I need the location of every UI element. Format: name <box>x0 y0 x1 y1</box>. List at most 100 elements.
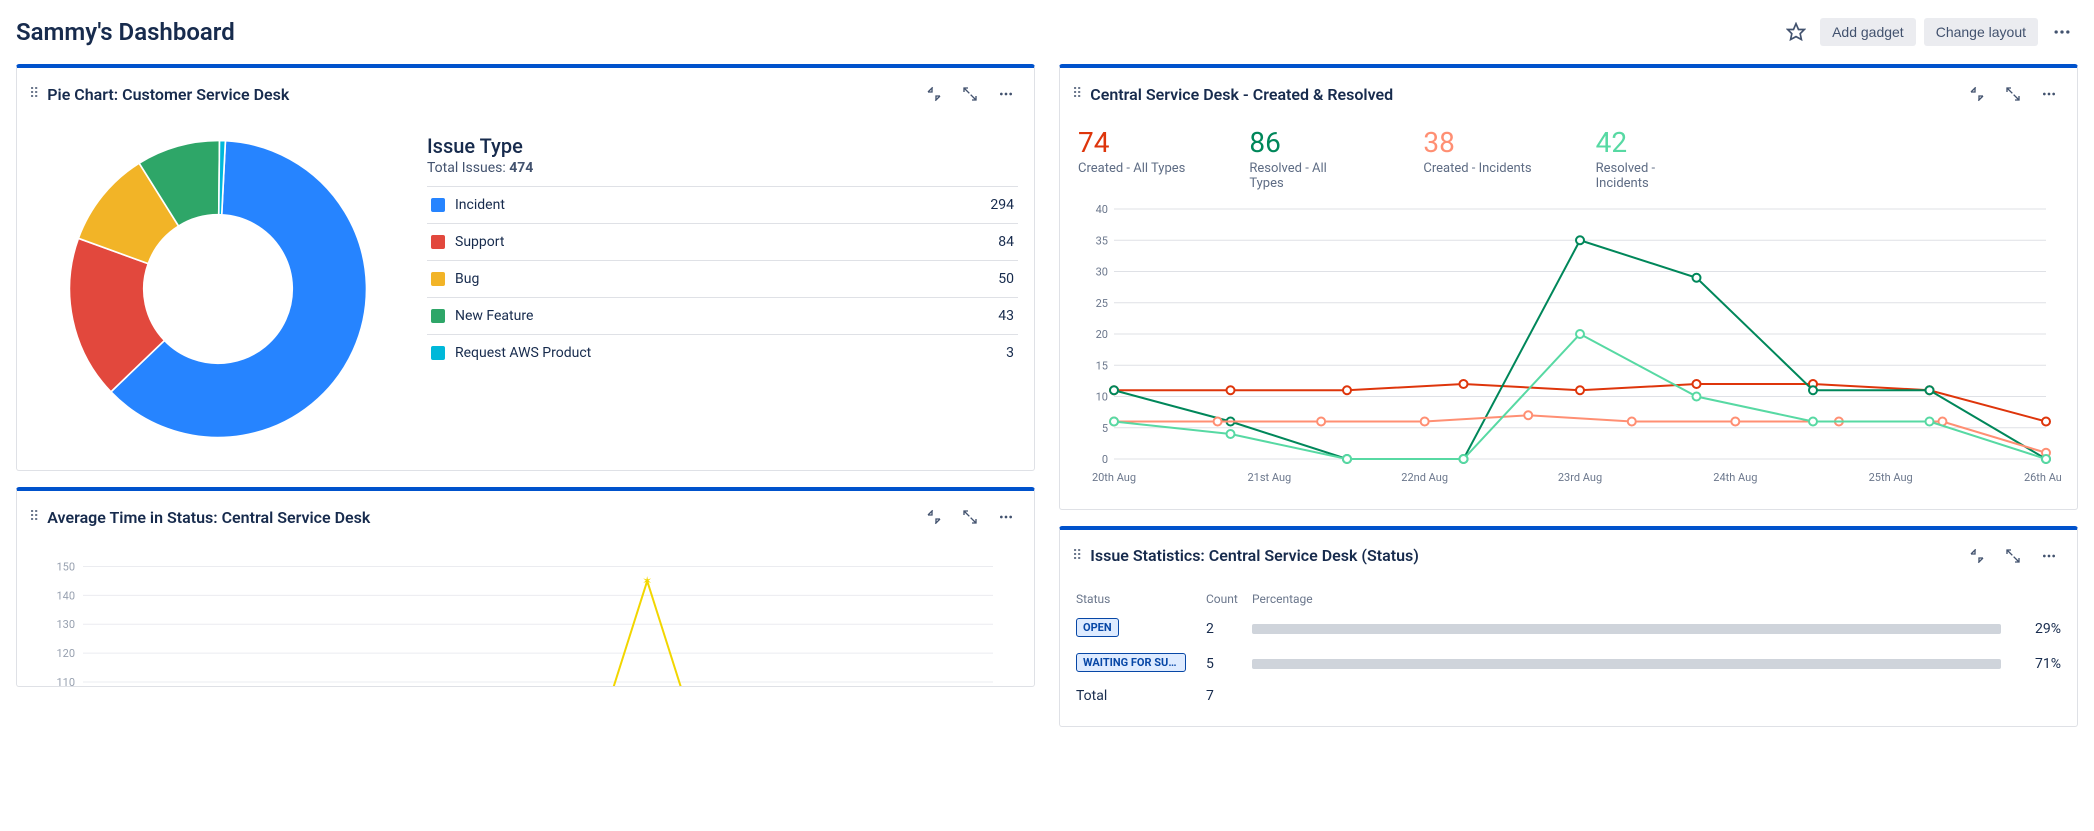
data-point[interactable] <box>1214 417 1222 425</box>
svg-text:110: 110 <box>56 676 75 687</box>
status-pct: 29% <box>2011 621 2061 637</box>
line-series <box>1114 240 2046 459</box>
expand-button[interactable] <box>954 78 986 110</box>
legend-row[interactable]: New Feature43 <box>427 298 1018 335</box>
svg-text:5: 5 <box>1102 422 1108 435</box>
expand-icon <box>962 509 978 525</box>
gadget-title: Central Service Desk - Created & Resolve… <box>1090 85 1393 104</box>
add-gadget-button[interactable]: Add gadget <box>1820 18 1916 46</box>
more-button[interactable] <box>2046 16 2078 48</box>
avg-time-chart: 110120130140150✶ <box>33 547 1018 687</box>
more-icon <box>2052 22 2072 42</box>
expand-icon <box>962 86 978 102</box>
drag-handle-icon[interactable]: ⠿ <box>29 509 39 525</box>
data-point[interactable] <box>1576 236 1584 244</box>
drag-handle-icon[interactable]: ⠿ <box>29 86 39 102</box>
expand-button[interactable] <box>954 501 986 533</box>
legend-row[interactable]: Bug50 <box>427 261 1018 298</box>
gadget-more-button[interactable] <box>990 501 1022 533</box>
data-point[interactable] <box>1693 392 1701 400</box>
expand-icon <box>2005 86 2021 102</box>
legend-row[interactable]: Support84 <box>427 224 1018 261</box>
data-point[interactable] <box>1576 386 1584 394</box>
svg-text:15: 15 <box>1096 359 1108 372</box>
svg-text:0: 0 <box>1102 453 1108 466</box>
data-point[interactable] <box>1628 417 1636 425</box>
svg-text:20: 20 <box>1096 328 1108 341</box>
svg-text:26th Aug: 26th Aug <box>2024 471 2061 484</box>
data-point[interactable] <box>1227 386 1235 394</box>
gadget-title: Average Time in Status: Central Service … <box>47 508 370 527</box>
expand-icon <box>2005 548 2021 564</box>
data-point[interactable] <box>1731 417 1739 425</box>
gadget-pie-chart: ⠿ Pie Chart: Customer Service Desk <box>16 64 1035 471</box>
data-point[interactable] <box>1524 411 1532 419</box>
svg-text:150: 150 <box>56 560 75 573</box>
gadget-created-resolved: ⠿ Central Service Desk - Created & Resol… <box>1059 64 2078 510</box>
data-point[interactable] <box>1576 330 1584 338</box>
data-point[interactable] <box>1110 386 1118 394</box>
gadget-more-button[interactable] <box>990 78 1022 110</box>
data-point[interactable] <box>1809 386 1817 394</box>
data-point[interactable] <box>1809 417 1817 425</box>
pie-chart <box>33 124 403 454</box>
more-icon <box>2041 548 2057 564</box>
data-point[interactable] <box>1693 380 1701 388</box>
data-point[interactable] <box>1460 380 1468 388</box>
status-row[interactable]: WAITING FOR SUPP... 5 71% <box>1076 647 2061 682</box>
summary-stat: 86Resolved - All Types <box>1249 128 1359 191</box>
status-table-head: Status Count Percentage <box>1076 586 2061 612</box>
status-row[interactable]: OPEN 2 29% <box>1076 612 2061 647</box>
data-point[interactable] <box>1926 417 1934 425</box>
pie-legend: Issue Type Total Issues: 474 Incident294… <box>427 124 1018 454</box>
status-badge: OPEN <box>1076 618 1119 637</box>
svg-text:25th Aug: 25th Aug <box>1869 471 1913 484</box>
data-point[interactable] <box>1227 430 1235 438</box>
data-point[interactable] <box>1693 274 1701 282</box>
more-icon <box>998 509 1014 525</box>
legend-row[interactable]: Request AWS Product3 <box>427 335 1018 372</box>
summary-stat: 42Resolved - Incidents <box>1596 128 1706 191</box>
svg-text:30: 30 <box>1096 265 1108 278</box>
legend-title: Issue Type <box>427 134 1018 158</box>
status-pct: 71% <box>2011 656 2061 672</box>
drag-handle-icon[interactable]: ⠿ <box>1072 86 1082 102</box>
data-point[interactable] <box>2042 455 2050 463</box>
data-point[interactable] <box>1460 455 1468 463</box>
data-point[interactable] <box>1110 417 1118 425</box>
svg-text:25: 25 <box>1096 297 1108 310</box>
summary-stats: 74Created - All Types86Resolved - All Ty… <box>1076 124 2061 199</box>
drag-handle-icon[interactable]: ⠿ <box>1072 548 1082 564</box>
svg-text:130: 130 <box>56 618 75 631</box>
gadget-more-button[interactable] <box>2033 78 2065 110</box>
collapse-icon <box>1969 86 1985 102</box>
legend-row[interactable]: Incident294 <box>427 187 1018 224</box>
page-title: Sammy's Dashboard <box>16 18 235 46</box>
expand-button[interactable] <box>1997 540 2029 572</box>
svg-text:120: 120 <box>56 647 75 660</box>
data-point[interactable] <box>1343 455 1351 463</box>
collapse-button[interactable] <box>918 78 950 110</box>
gadget-more-button[interactable] <box>2033 540 2065 572</box>
status-count: 5 <box>1206 656 1242 672</box>
legend-total: Total Issues: 474 <box>427 160 1018 176</box>
collapse-button[interactable] <box>1961 540 1993 572</box>
change-layout-button[interactable]: Change layout <box>1924 18 2038 46</box>
percentage-bar <box>1252 659 2001 669</box>
more-icon <box>998 86 1014 102</box>
star-button[interactable] <box>1780 16 1812 48</box>
data-point[interactable] <box>1317 417 1325 425</box>
data-point[interactable] <box>1926 386 1934 394</box>
collapse-button[interactable] <box>1961 78 1993 110</box>
svg-text:20th Aug: 20th Aug <box>1092 471 1136 484</box>
created-resolved-chart: 051015202530354020th Aug21st Aug22nd Aug… <box>1076 199 2061 489</box>
expand-button[interactable] <box>1997 78 2029 110</box>
svg-text:10: 10 <box>1096 390 1108 403</box>
collapse-button[interactable] <box>918 501 950 533</box>
data-point[interactable] <box>1343 386 1351 394</box>
data-point[interactable] <box>2042 417 2050 425</box>
summary-stat: 38Created - Incidents <box>1423 128 1531 191</box>
page-header: Sammy's Dashboard Add gadget Change layo… <box>16 8 2078 64</box>
collapse-icon <box>926 509 942 525</box>
data-point[interactable] <box>1421 417 1429 425</box>
